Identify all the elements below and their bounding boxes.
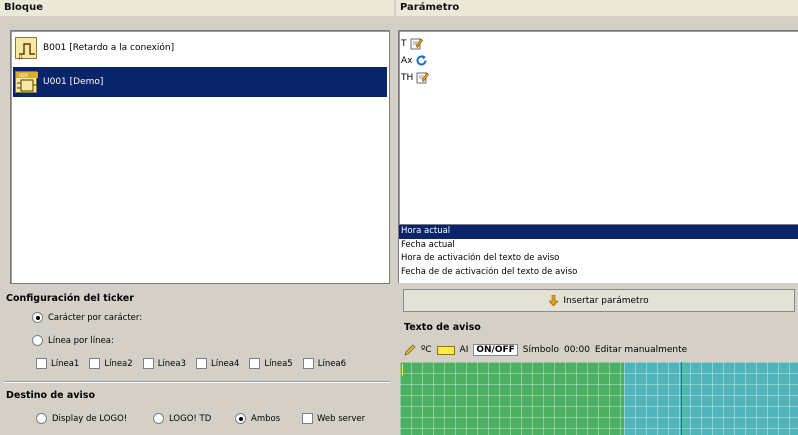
param-item-t[interactable]: T (399, 35, 798, 52)
checkbox-linea5[interactable]: Línea5 (249, 358, 293, 369)
checkbox-label: Web server (317, 413, 366, 424)
radio-indicator[interactable] (36, 413, 47, 424)
checkbox-label: Línea2 (104, 358, 133, 369)
radio-logo-td[interactable]: LOGO! TD (153, 413, 211, 424)
checkbox-label: Línea3 (157, 358, 187, 369)
ticker-title: Configuración del ticker (6, 293, 134, 304)
param-label: T (401, 38, 407, 49)
checkbox-box[interactable] (89, 358, 101, 369)
checkbox-box[interactable] (36, 358, 47, 369)
param-list[interactable]: T Ax TH (398, 30, 798, 225)
checkbox-box[interactable] (196, 358, 208, 369)
bargraph-button[interactable] (436, 345, 455, 355)
bloque-header: Bloque (0, 0, 394, 16)
timer-block-icon: JL (15, 37, 37, 60)
radio-indicator[interactable] (235, 413, 246, 424)
text-option-list[interactable]: Hora actual Fecha actual Hora de activac… (398, 225, 798, 283)
checkbox-linea4[interactable]: Línea4 (196, 358, 239, 369)
radio-ambos[interactable]: Ambos (235, 413, 280, 424)
block-item-u001[interactable]: UDF U001 [Demo] (13, 67, 387, 97)
block-list[interactable]: JL B001 [Retardo a la conexión] UDF U001… (10, 30, 390, 284)
block-item-label: U001 [Demo] (43, 77, 104, 87)
button-label: Insertar parámetro (563, 295, 649, 306)
param-label: Ax (401, 55, 413, 66)
list-item-fecha-activacion[interactable]: Fecha de de activación del texto de avis… (399, 266, 798, 280)
checkbox-box[interactable] (142, 358, 154, 369)
insert-parameter-button[interactable]: Insertar parámetro (403, 289, 795, 312)
udf-block-icon: UDF (15, 71, 38, 93)
radio-label: Carácter por carácter: (48, 312, 143, 323)
param-label: TH (401, 72, 414, 83)
radio-label: Display de LOGO! (52, 413, 128, 424)
time-button[interactable]: 00:00 (564, 345, 590, 355)
list-item-hora-actual[interactable]: Hora actual (399, 225, 798, 239)
checkbox-linea3[interactable]: Línea3 (142, 358, 187, 369)
refresh-icon (417, 55, 427, 66)
message-editor-grid-ldisplay[interactable] (400, 362, 624, 435)
onoff-button[interactable]: ON/OFF (473, 344, 518, 356)
ai-button[interactable]: AI (460, 345, 469, 355)
radio-indicator[interactable] (32, 312, 43, 323)
radio-label: LOGO! TD (169, 413, 212, 424)
checkbox-label: Línea6 (317, 358, 347, 369)
checkbox-web-server[interactable]: Web server (302, 413, 365, 424)
message-editor-grid-td[interactable] (624, 362, 798, 435)
radio-label: Ambos (251, 413, 281, 424)
text-caret (402, 364, 403, 376)
radio-indicator[interactable] (153, 413, 164, 424)
simbolo-button[interactable]: Símbolo (523, 345, 559, 355)
checkbox-box[interactable] (302, 413, 313, 424)
param-item-ax[interactable]: Ax (399, 52, 798, 69)
checkbox-linea1[interactable]: Línea1 (36, 358, 79, 369)
divider (4, 381, 390, 383)
checkbox-box[interactable] (249, 358, 261, 369)
radio-char-by-char[interactable]: Carácter por carácter: (32, 312, 142, 323)
checkbox-label: Línea4 (211, 358, 240, 369)
radio-line-by-line[interactable]: Línea por línea: (32, 335, 114, 346)
list-item-hora-activacion[interactable]: Hora de activación del texto de aviso (399, 252, 798, 266)
pencil-icon[interactable] (404, 344, 416, 356)
cursor-line (681, 362, 682, 435)
editar-manualmente-button[interactable]: Editar manualmente (595, 345, 687, 355)
texto-aviso-title: Texto de aviso (404, 322, 481, 333)
arrow-down-icon (549, 295, 559, 306)
radio-label: Línea por línea: (48, 335, 114, 346)
svg-text:UDF: UDF (19, 73, 29, 79)
edit-pencil-icon (416, 72, 430, 84)
edit-pencil-icon (410, 38, 423, 50)
param-item-th[interactable]: TH (399, 69, 798, 86)
line-checkboxes: Línea1 Línea2 Línea3 Línea4 Línea5 Línea… (36, 358, 346, 369)
list-item-fecha-actual[interactable]: Fecha actual (399, 239, 798, 253)
block-item-label: B001 [Retardo a la conexión] (43, 43, 175, 53)
checkbox-label: Línea1 (51, 358, 80, 369)
checkbox-box[interactable] (302, 358, 314, 369)
degree-button[interactable]: ºC (421, 345, 432, 355)
radio-display-logo[interactable]: Display de LOGO! (36, 413, 127, 424)
block-item-b001[interactable]: JL B001 [Retardo a la conexión] (13, 33, 387, 63)
checkbox-label: Línea5 (264, 358, 293, 369)
checkbox-linea6[interactable]: Línea6 (302, 358, 347, 369)
checkbox-linea2[interactable]: Línea2 (89, 358, 133, 369)
destino-title: Destino de aviso (6, 390, 95, 401)
radio-indicator[interactable] (32, 335, 43, 346)
message-toolbar: ºC AI ON/OFF Símbolo 00:00 Editar manual… (404, 344, 687, 356)
parametro-header: Parámetro (396, 0, 798, 16)
svg-text:JL: JL (18, 55, 23, 60)
